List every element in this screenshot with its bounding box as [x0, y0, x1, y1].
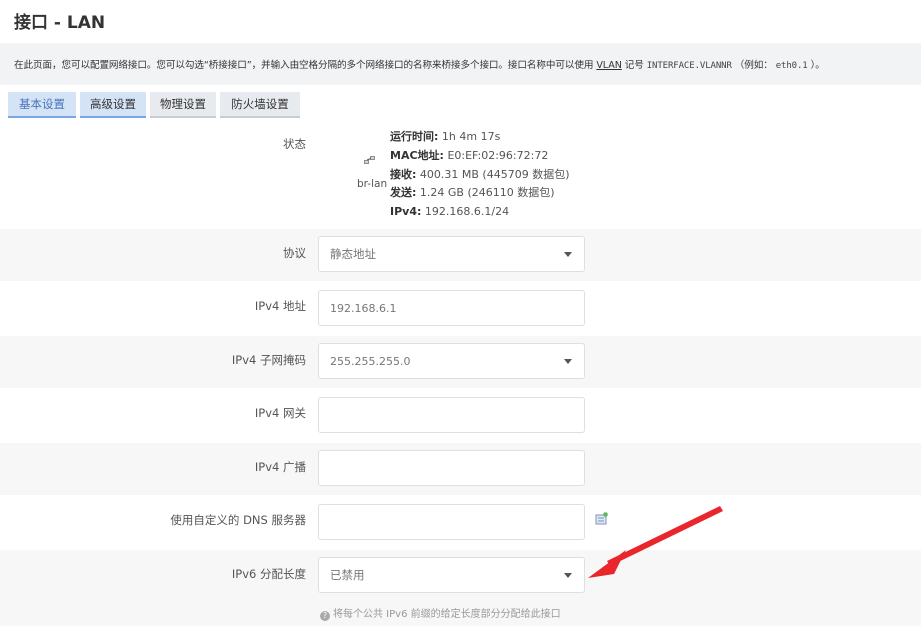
ipv4-gateway-input[interactable]	[318, 397, 585, 433]
chevron-down-icon	[564, 573, 572, 578]
ipv4-netmask-label: IPv4 子网掩码	[231, 353, 306, 367]
chevron-down-icon	[564, 359, 572, 364]
interface-name: br-lan	[357, 178, 388, 190]
ipv4-netmask-select[interactable]: 255.255.255.0	[318, 343, 585, 379]
annotation-arrow-icon	[588, 506, 723, 578]
protocol-select[interactable]: 静态地址	[318, 236, 585, 272]
ipv6-assign-length-select[interactable]: 已禁用	[318, 557, 585, 593]
dns-input[interactable]	[318, 504, 585, 540]
tab-physical-settings[interactable]: 物理设置	[150, 92, 216, 118]
ipv4-address-input[interactable]: 192.168.6.1	[318, 290, 585, 326]
ipv4-address-label: IPv4 地址	[254, 299, 306, 313]
page-title: 接口 - LAN	[14, 13, 106, 33]
status-details: 运行时间: 1h 4m 17s MAC地址: E0:EF:02:96:72:72…	[390, 130, 570, 219]
ipv4-broadcast-label: IPv4 广播	[254, 460, 306, 474]
vlan-link[interactable]: VLAN	[596, 60, 622, 71]
ipv6-assign-hint: ? 将每个公共 IPv6 前缀的给定长度部分分配给此接口	[320, 605, 561, 621]
chevron-down-icon	[564, 252, 572, 257]
status-label: 状态	[283, 137, 306, 151]
dns-label: 使用自定义的 DNS 服务器	[170, 513, 306, 527]
tab-firewall-settings[interactable]: 防火墙设置	[220, 92, 300, 118]
network-icon	[364, 156, 375, 164]
ipv4-broadcast-input[interactable]	[318, 450, 585, 486]
ipv6-assign-length-label: IPv6 分配长度	[231, 567, 306, 581]
tab-basic-settings[interactable]: 基本设置	[8, 92, 76, 118]
protocol-label: 协议	[283, 246, 306, 260]
help-icon: ?	[320, 611, 330, 621]
ipv4-gateway-label: IPv4 网关	[254, 406, 306, 420]
tab-advanced-settings[interactable]: 高级设置	[80, 92, 146, 118]
page-description: 在此页面，您可以配置网络接口。您可以勾选“桥接接口”，并输入由空格分隔的多个网络…	[14, 60, 825, 71]
